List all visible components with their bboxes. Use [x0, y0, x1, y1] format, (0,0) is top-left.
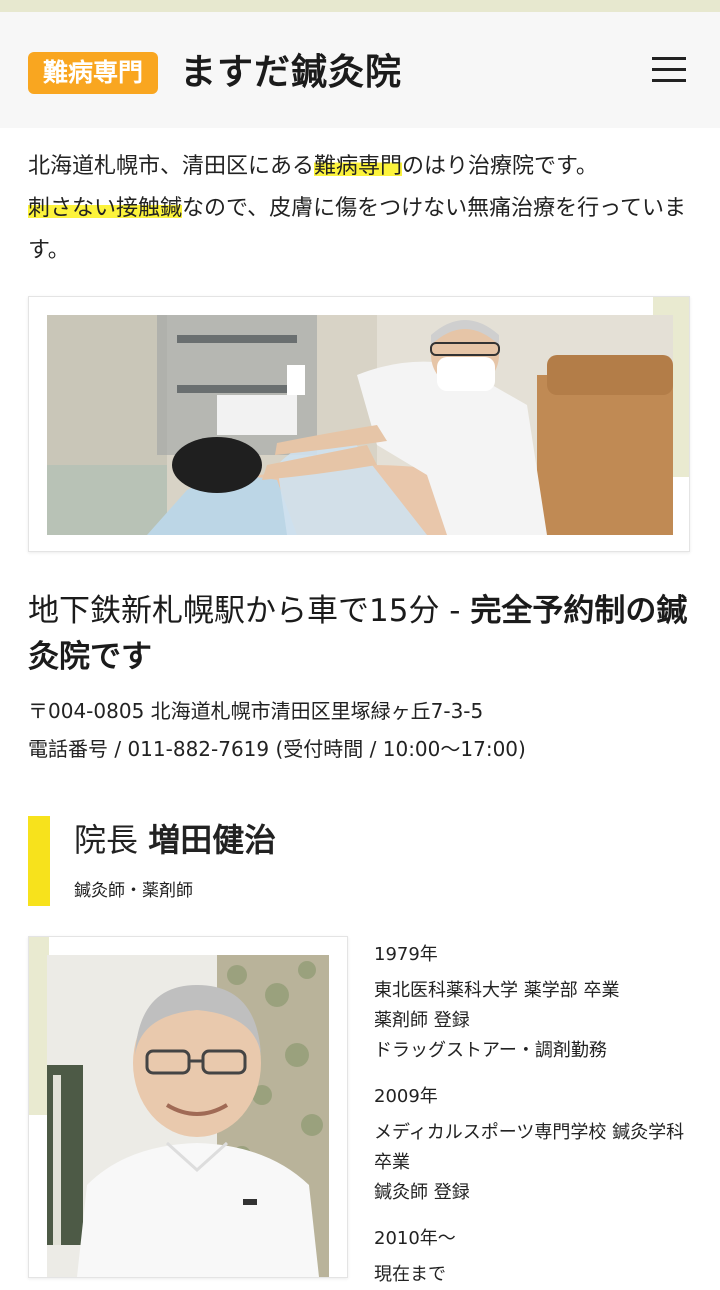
accent-bar — [28, 816, 50, 906]
intro-line1-a: 北海道札幌市、清田区にある — [28, 154, 315, 179]
intro-highlight-2: 刺さない接触鍼 — [28, 196, 183, 221]
timeline-event: 東北医科薬科大学 薬学部 卒業 — [374, 980, 620, 1001]
career-timeline: 1979年東北医科薬科大学 薬学部 卒業 薬剤師 登録ドラッグストアー・調剤勤務 2… — [374, 940, 704, 1290]
director-photo-frame — [28, 936, 348, 1278]
director-role: 院長 — [74, 821, 139, 859]
access-heading-part1: 地下鉄新札幌駅から車で15分 - — [28, 593, 471, 629]
address: 〒004-0805 北海道札幌市清田区里塚緑ヶ丘7-3-5 — [28, 699, 484, 723]
access-heading: 地下鉄新札幌駅から車で15分 - 完全予約制の鍼灸院です — [28, 588, 698, 680]
contact-info: 〒004-0805 北海道札幌市清田区里塚緑ヶ丘7-3-5 電話番号 / 011… — [28, 692, 708, 768]
timeline-year: 2009年 — [374, 1086, 438, 1107]
treatment-photo-frame — [28, 296, 690, 552]
intro-highlight-1: 難病専門 — [314, 154, 403, 179]
specialty-badge: 難病専門 — [28, 52, 158, 94]
treatment-photo — [47, 315, 673, 535]
timeline-event: 現在まで — [374, 1264, 446, 1285]
director-photo — [47, 955, 329, 1277]
director-name: 増田健治 — [148, 821, 277, 859]
site-header: 難病専門 ますだ鍼灸院 — [0, 12, 720, 128]
timeline-year: 1979年 — [374, 944, 438, 965]
timeline-year: 2010年～ — [374, 1228, 456, 1249]
top-strip — [0, 0, 720, 12]
site-title[interactable]: ますだ鍼灸院 — [180, 50, 402, 96]
hamburger-menu-icon[interactable] — [652, 52, 688, 88]
intro-text: 北海道札幌市、清田区にある難病専門のはり治療院です。 刺さない接触鍼なので、皮膚… — [28, 146, 698, 272]
intro-line1-b: のはり治療院です。 — [402, 154, 598, 179]
phone-hours[interactable]: 電話番号 / 011-882-7619 (受付時間 / 10:00～17:00) — [28, 730, 708, 768]
timeline-event: 鍼灸師 登録 — [374, 1182, 470, 1203]
timeline-event: メディカルスポーツ専門学校 鍼灸学科 卒業 — [374, 1122, 685, 1173]
timeline-event: ドラッグストアー・調剤勤務 — [374, 1040, 607, 1061]
director-heading: 院長 増田健治 鍼灸師・薬剤師 — [28, 816, 688, 906]
timeline-event: 薬剤師 登録 — [374, 1010, 470, 1031]
director-qualifications: 鍼灸師・薬剤師 — [74, 881, 193, 901]
